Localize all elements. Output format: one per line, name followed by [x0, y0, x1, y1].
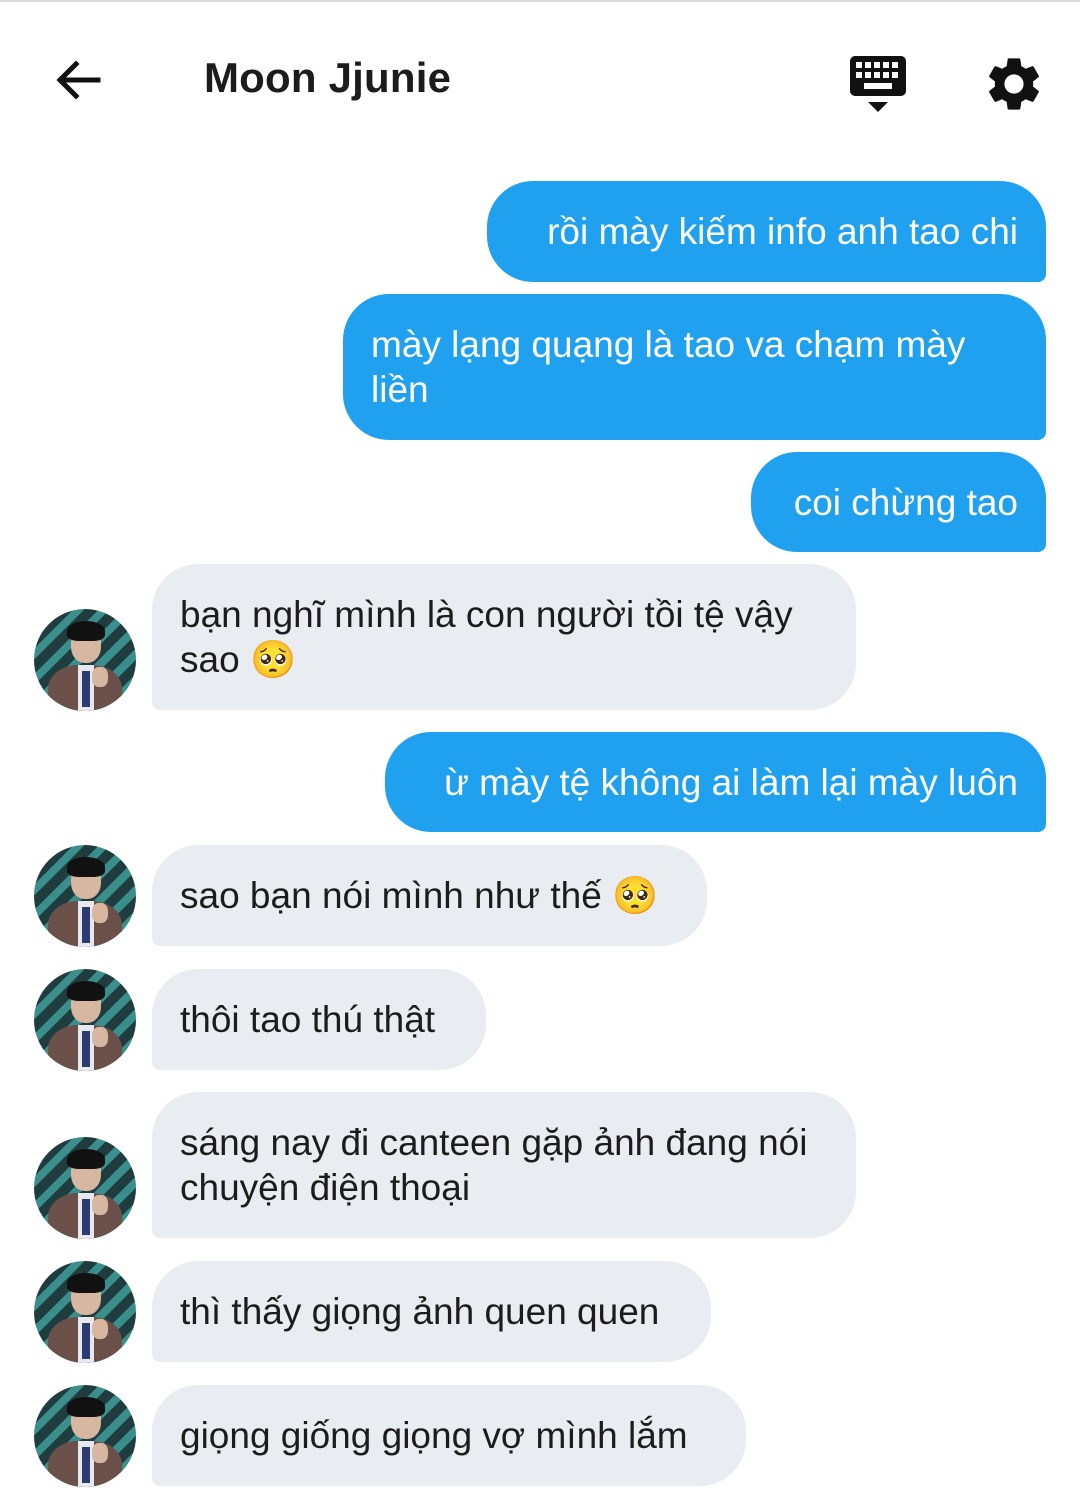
message-incoming[interactable]: giọng giống giọng vợ mình lắm — [152, 1385, 746, 1486]
pleading-face-emoji: 🥺 — [612, 875, 659, 916]
message-text: mày lạng quạng là tao va chạm mày liền — [371, 324, 966, 410]
message-text: ừ mày tệ không ai làm lại mày luôn — [444, 761, 1018, 803]
message-outgoing[interactable]: rồi mày kiếm info anh tao chi — [487, 181, 1046, 282]
message-incoming[interactable]: sáng nay đi canteen gặp ảnh đang nói chu… — [152, 1092, 856, 1238]
contact-avatar[interactable] — [34, 969, 136, 1071]
settings-button[interactable] — [982, 52, 1046, 116]
message-incoming[interactable]: thì thấy giọng ảnh quen quen — [152, 1261, 711, 1362]
contact-avatar[interactable] — [34, 845, 136, 947]
back-button[interactable] — [48, 50, 108, 110]
gear-icon — [989, 58, 1039, 110]
message-text: thì thấy giọng ảnh quen quen — [180, 1291, 660, 1332]
keyboard-hide-icon — [850, 56, 906, 112]
message-outgoing[interactable]: ừ mày tệ không ai làm lại mày luôn — [385, 732, 1046, 832]
keyboard-toggle-button[interactable] — [846, 52, 910, 116]
arrow-back-icon — [56, 60, 101, 100]
contact-name: Moon Jjunie — [204, 54, 452, 101]
message-outgoing[interactable]: coi chừng tao — [751, 452, 1046, 552]
message-incoming[interactable]: thôi tao thú thật — [152, 969, 486, 1070]
message-text: coi chừng tao — [793, 481, 1018, 523]
contact-avatar[interactable] — [34, 1137, 136, 1239]
contact-avatar[interactable] — [34, 1261, 136, 1363]
message-text: giọng giống giọng vợ mình lắm — [180, 1415, 688, 1456]
chat-header: Moon Jjunie — [0, 2, 1080, 152]
pleading-face-emoji: 🥺 — [249, 639, 297, 680]
message-text: thôi tao thú thật — [180, 999, 436, 1040]
message-text: rồi mày kiếm info anh tao chi — [547, 211, 1018, 252]
message-text: sáng nay đi canteen gặp ảnh đang nói chu… — [180, 1122, 808, 1208]
message-text: sao bạn nói mình như thế — [180, 875, 602, 916]
contact-avatar[interactable] — [34, 609, 136, 711]
message-incoming[interactable]: sao bạn nói mình như thế 🥺 — [152, 845, 707, 946]
message-incoming[interactable]: bạn nghĩ mình là con người tồi tệ vậy sa… — [152, 564, 856, 710]
contact-avatar[interactable] — [34, 1385, 136, 1487]
message-outgoing[interactable]: mày lạng quạng là tao va chạm mày liền — [343, 294, 1046, 440]
